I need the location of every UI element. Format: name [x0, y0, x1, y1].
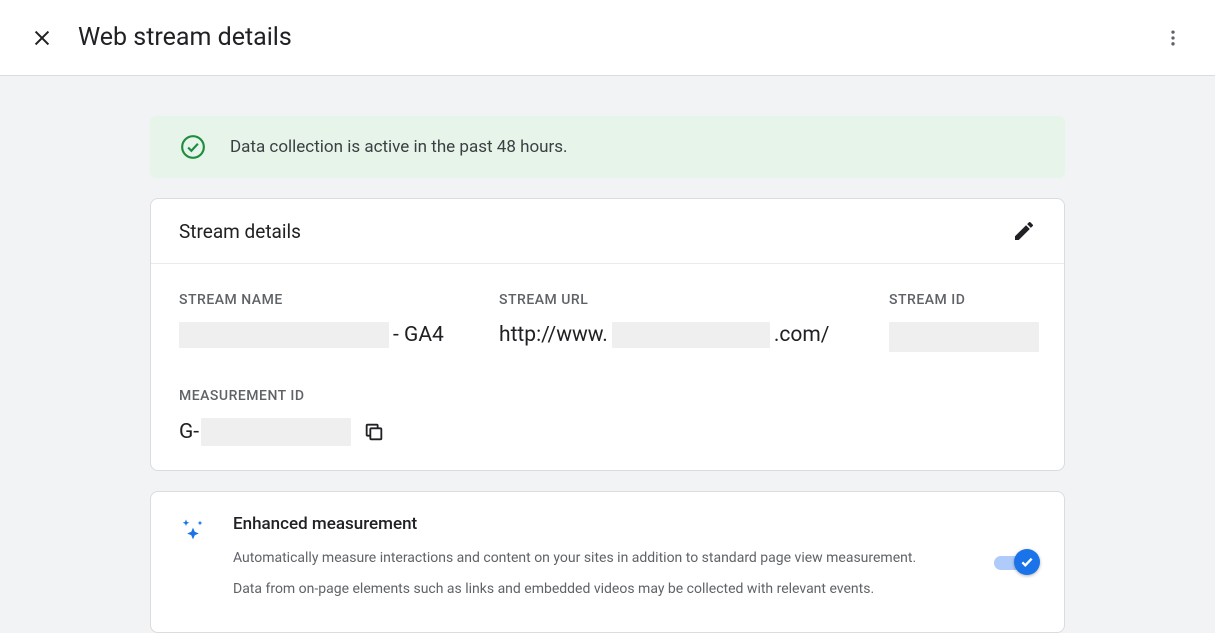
- status-banner: Data collection is active in the past 48…: [150, 116, 1065, 178]
- status-message: Data collection is active in the past 48…: [230, 137, 568, 157]
- stream-url-prefix: http://www.: [499, 323, 608, 347]
- redacted-block: [889, 322, 1039, 352]
- copy-icon: [363, 421, 385, 443]
- stream-name-label: STREAM NAME: [179, 292, 499, 308]
- close-button[interactable]: [30, 26, 54, 50]
- stream-id-value: [889, 322, 1039, 352]
- enhanced-measurement-title: Enhanced measurement: [233, 514, 968, 534]
- redacted-block: [201, 418, 351, 446]
- redacted-block: [612, 322, 770, 348]
- more-vertical-icon: [1163, 28, 1183, 48]
- redacted-block: [179, 322, 389, 348]
- enhanced-measurement-body: Enhanced measurement Automatically measu…: [233, 514, 968, 610]
- details-grid: STREAM NAME - GA4 STREAM URL http://www.…: [179, 292, 1036, 352]
- enhanced-measurement-toggle-area: [994, 514, 1036, 610]
- stream-name-block: STREAM NAME - GA4: [179, 292, 499, 352]
- stream-name-value: - GA4: [179, 322, 499, 348]
- more-options-button[interactable]: [1161, 26, 1185, 50]
- stream-details-body: STREAM NAME - GA4 STREAM URL http://www.…: [151, 264, 1064, 470]
- stream-id-label: STREAM ID: [889, 292, 1039, 308]
- measurement-id-label: MEASUREMENT ID: [179, 388, 1036, 404]
- measurement-id-value: G-: [179, 418, 1036, 446]
- enhanced-measurement-toggle[interactable]: [994, 549, 1036, 575]
- stream-url-block: STREAM URL http://www. .com/: [499, 292, 889, 352]
- stream-details-header: Stream details: [151, 199, 1064, 264]
- stream-url-label: STREAM URL: [499, 292, 889, 308]
- stream-id-block: STREAM ID: [889, 292, 1039, 352]
- check-icon: [1019, 554, 1035, 570]
- enhanced-measurement-desc-2: Data from on-page elements such as links…: [233, 579, 968, 600]
- toggle-thumb: [1014, 549, 1040, 575]
- edit-stream-button[interactable]: [1012, 219, 1036, 243]
- close-icon: [31, 27, 53, 49]
- measurement-id-block: MEASUREMENT ID G-: [179, 388, 1036, 446]
- top-bar: Web stream details: [0, 0, 1215, 76]
- stream-name-suffix: - GA4: [393, 323, 444, 347]
- stream-details-title: Stream details: [179, 220, 301, 243]
- measurement-id-prefix: G-: [179, 420, 199, 444]
- content-area: Data collection is active in the past 48…: [0, 76, 1215, 633]
- enhanced-measurement-card: Enhanced measurement Automatically measu…: [150, 491, 1065, 633]
- stream-url-value: http://www. .com/: [499, 322, 889, 348]
- page-title: Web stream details: [78, 23, 292, 52]
- stream-url-suffix: .com/: [774, 323, 830, 347]
- copy-measurement-id-button[interactable]: [363, 421, 385, 443]
- check-circle-icon: [180, 134, 206, 160]
- sparkle-icon: [179, 516, 207, 544]
- pencil-icon: [1012, 219, 1036, 243]
- enhanced-measurement-desc-1: Automatically measure interactions and c…: [233, 548, 968, 569]
- stream-details-card: Stream details STREAM NAME - GA4 STREAM …: [150, 198, 1065, 471]
- topbar-left: Web stream details: [30, 23, 292, 52]
